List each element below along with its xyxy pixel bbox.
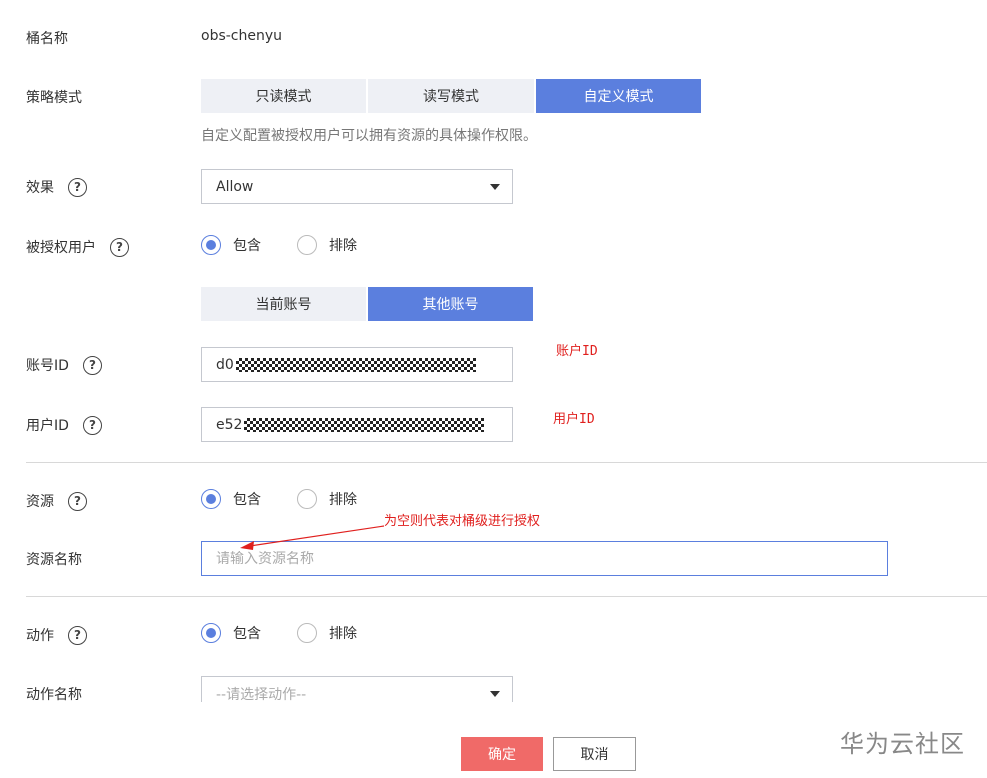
cancel-button[interactable]: 取消 [553,737,636,771]
action-name-placeholder: --请选择动作-- [216,686,307,703]
action-name-label: 动作名称 [26,687,82,703]
section-divider [26,596,987,597]
action-radio-group: 包含 排除 [201,623,393,643]
confirm-button[interactable]: 确定 [461,737,543,771]
action-name-select[interactable]: --请选择动作-- [201,676,513,702]
caret-down-icon [490,691,500,697]
watermark: 华为云社区 [840,730,965,758]
action-name-clip: --请选择动作-- [201,676,513,702]
annotation-arrow-icon [240,525,385,550]
action-label: 动作 ? [26,625,87,645]
radio-unchecked-icon [297,623,317,643]
help-icon[interactable]: ? [68,625,87,645]
radio-checked-icon [201,623,221,643]
action-exclude-option[interactable]: 排除 [297,623,357,643]
action-include-option[interactable]: 包含 [201,623,261,643]
